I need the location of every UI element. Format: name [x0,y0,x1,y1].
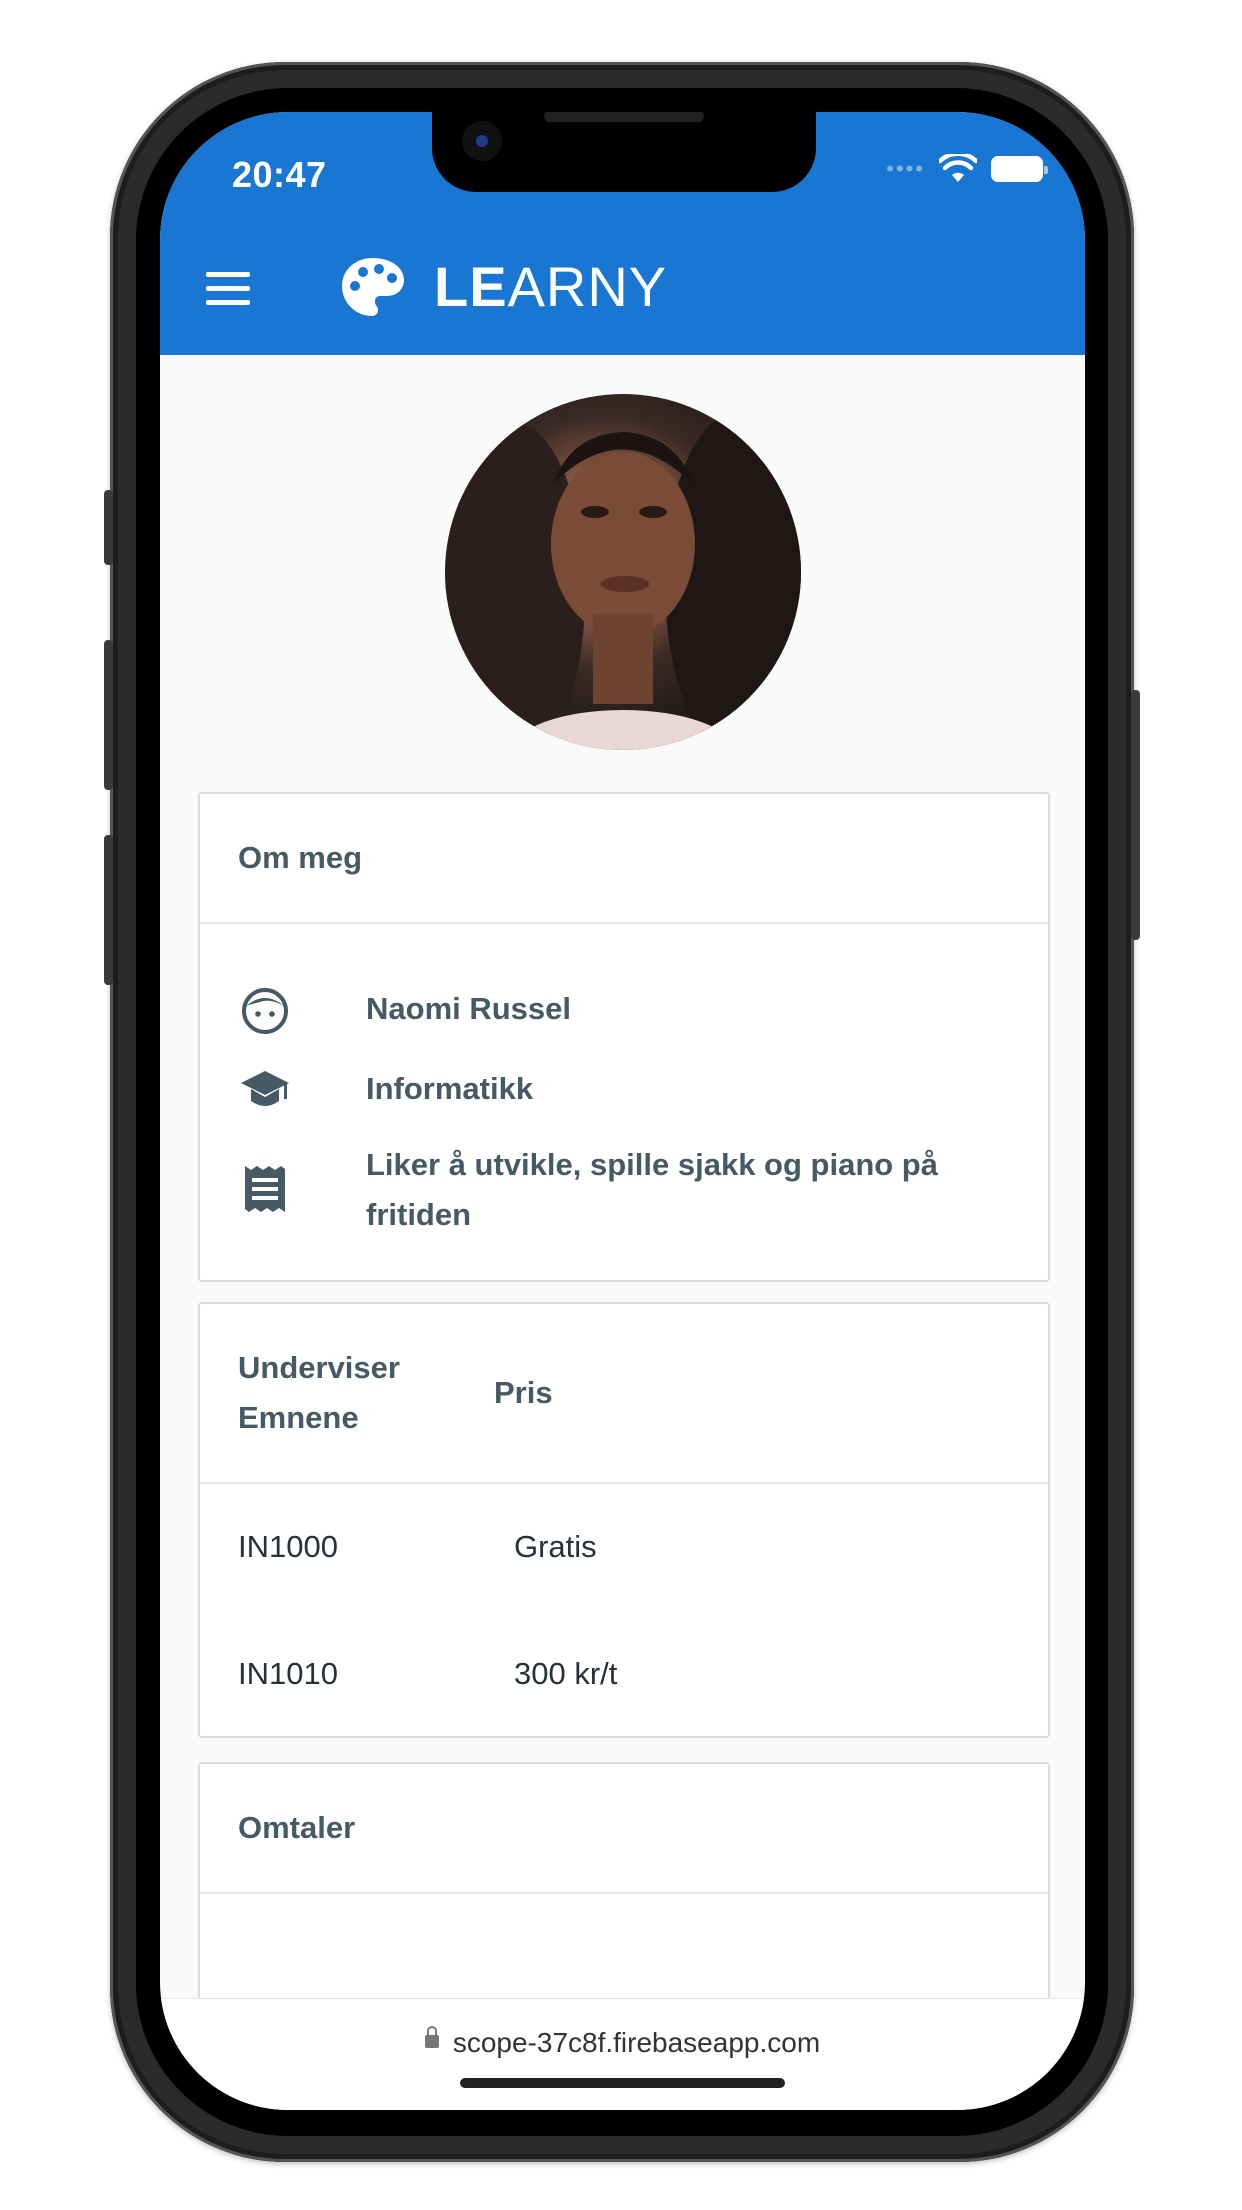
about-bio-row: Liker å utvikle, spille sjakk og piano p… [238,1140,976,1240]
about-title: Om meg [238,840,363,875]
app-bar: 20:47 •••• LEARNY [160,112,1085,355]
course-row[interactable]: IN1010 300 kr/t [238,1656,617,1692]
courses-card: Underviser Emnene Pris IN1000 Gratis IN1… [198,1302,1050,1738]
course-price: Gratis [514,1529,597,1564]
about-card-header: Om meg [200,794,1048,924]
face-icon [238,984,292,1038]
profile-avatar [445,394,801,750]
course-row[interactable]: IN1000 Gratis [238,1529,597,1565]
wifi-icon [939,154,977,182]
reviews-header: Omtaler [200,1764,1048,1894]
lock-icon [424,2026,439,2049]
status-time: 20:47 [232,154,327,195]
brand-name: LEARNY [434,255,668,318]
about-card: Om meg Naomi Russel Informatikk Liker å … [198,792,1050,1282]
url-text: scope-37c8f.firebaseapp.com [452,2027,821,2058]
about-name: Naomi Russel [366,991,572,1026]
url-display[interactable]: scope-37c8f.firebaseapp.com [160,2026,1085,2059]
status-icons: •••• [886,154,1048,184]
course-price: 300 kr/t [514,1656,618,1691]
course-code: IN1010 [238,1656,338,1691]
courses-header: Underviser Emnene Pris [200,1304,1048,1484]
speaker [544,112,704,122]
price-header: Pris [494,1375,553,1410]
reviews-title: Omtaler [238,1810,356,1845]
about-study: Informatikk [366,1071,534,1106]
subjects-header: Underviser Emnene [238,1350,400,1435]
front-camera [462,121,502,161]
volume-down-button [104,835,113,985]
phone-screen: 20:47 •••• LEARNY Om meg Naomi Russel In… [160,112,1085,2110]
about-name-row: Naomi Russel [238,984,976,1038]
mute-switch [104,490,113,565]
cellular-signal-icon: •••• [886,156,925,181]
about-study-row: Informatikk [238,1064,976,1118]
battery-icon [991,156,1048,182]
brand-logo[interactable]: LEARNY [340,254,667,319]
home-indicator[interactable] [460,2078,785,2088]
avatar-portrait [445,414,801,750]
school-icon [238,1064,292,1118]
volume-up-button [104,640,113,790]
receipt-icon [238,1162,292,1216]
course-code: IN1000 [238,1529,338,1564]
browser-url-bar[interactable]: scope-37c8f.firebaseapp.com [160,1998,1085,2110]
power-button [1131,690,1140,940]
palette-icon [342,257,404,316]
about-bio: Liker å utvikle, spille sjakk og piano p… [366,1147,938,1232]
menu-icon[interactable] [206,272,250,305]
notch [432,112,816,192]
